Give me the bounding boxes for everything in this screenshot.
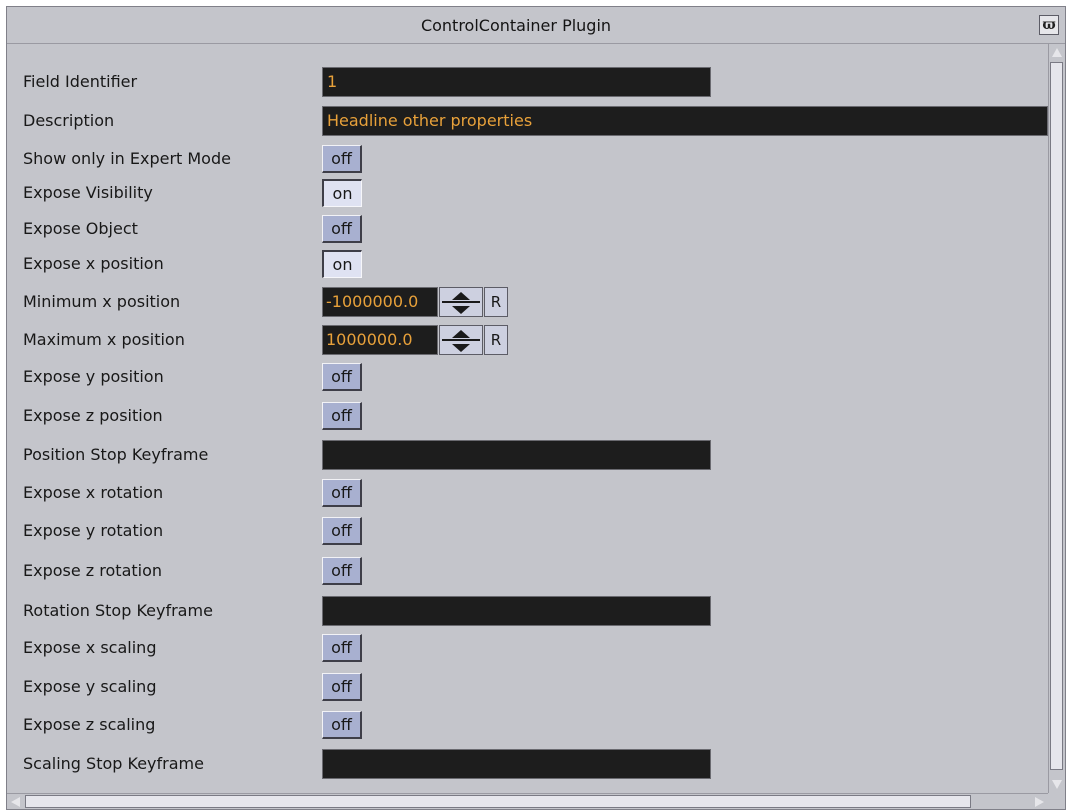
row-expose-y-rotation: Expose y rotation off <box>7 515 1048 547</box>
min-x-position-input[interactable]: -1000000.0 <box>322 287 438 317</box>
max-x-position-input[interactable]: 1000000.0 <box>322 325 438 355</box>
vertical-scrollbar[interactable] <box>1048 44 1065 793</box>
plugin-window: ControlContainer Plugin ϖ Field Identifi… <box>6 6 1066 810</box>
position-stop-keyframe-label: Position Stop Keyframe <box>23 445 209 464</box>
row-expose-y-scaling: Expose y scaling off <box>7 671 1048 703</box>
field-identifier-label: Field Identifier <box>23 72 138 91</box>
show-only-expert-toggle[interactable]: off <box>322 145 362 173</box>
row-expose-z-scaling: Expose z scaling off <box>7 709 1048 741</box>
row-max-x-position: Maximum x position 1000000.0 R <box>7 324 1048 356</box>
description-input[interactable]: Headline other properties <box>322 106 1048 136</box>
row-min-x-position: Minimum x position -1000000.0 R <box>7 286 1048 318</box>
expose-x-rotation-label: Expose x rotation <box>23 483 164 502</box>
row-expose-object: Expose Object off <box>7 213 1048 245</box>
row-show-only-expert: Show only in Expert Mode off <box>7 143 1048 175</box>
arrow-down-icon[interactable] <box>452 306 470 314</box>
expose-x-scaling-toggle[interactable]: off <box>322 634 362 662</box>
expose-z-scaling-toggle[interactable]: off <box>322 711 362 739</box>
expose-x-position-label: Expose x position <box>23 254 164 273</box>
expose-x-position-toggle[interactable]: on <box>322 250 362 278</box>
expose-visibility-label: Expose Visibility <box>23 183 153 202</box>
scroll-left-icon[interactable] <box>11 797 20 807</box>
window-title: ControlContainer Plugin <box>420 16 612 35</box>
min-x-position-reset-button[interactable]: R <box>484 287 508 317</box>
horizontal-scrollbar[interactable] <box>7 793 1048 809</box>
row-rotation-stop-keyframe: Rotation Stop Keyframe <box>7 595 1048 627</box>
expose-x-rotation-toggle[interactable]: off <box>322 479 362 507</box>
vertical-scroll-thumb[interactable] <box>1050 62 1063 770</box>
row-position-stop-keyframe: Position Stop Keyframe <box>7 439 1048 471</box>
show-only-expert-label: Show only in Expert Mode <box>23 149 231 168</box>
spinner-divider <box>442 301 480 303</box>
horizontal-scroll-thumb[interactable] <box>25 795 971 808</box>
rotation-stop-keyframe-input[interactable] <box>322 596 711 626</box>
expose-x-scaling-label: Expose x scaling <box>23 638 157 657</box>
expose-y-position-label: Expose y position <box>23 367 164 386</box>
row-expose-x-rotation: Expose x rotation off <box>7 477 1048 509</box>
expose-y-rotation-toggle[interactable]: off <box>322 517 362 545</box>
arrow-up-icon[interactable] <box>452 330 470 338</box>
row-expose-y-position: Expose y position off <box>7 361 1048 393</box>
min-x-position-spinner[interactable] <box>439 287 483 317</box>
row-expose-x-position: Expose x position on <box>7 248 1048 280</box>
rotation-stop-keyframe-label: Rotation Stop Keyframe <box>23 601 213 620</box>
scaling-stop-keyframe-label: Scaling Stop Keyframe <box>23 754 204 773</box>
max-x-position-label: Maximum x position <box>23 330 185 349</box>
expose-visibility-toggle[interactable]: on <box>322 179 362 207</box>
expose-object-toggle[interactable]: off <box>322 215 362 243</box>
expose-y-scaling-toggle[interactable]: off <box>322 673 362 701</box>
window-close-icon[interactable]: ϖ <box>1039 15 1059 35</box>
field-identifier-input[interactable]: 1 <box>322 67 711 97</box>
scrollbar-corner <box>1048 793 1065 809</box>
expose-z-position-label: Expose z position <box>23 406 163 425</box>
max-x-position-reset-button[interactable]: R <box>484 325 508 355</box>
row-description: Description Headline other properties <box>7 105 1048 137</box>
expose-z-scaling-label: Expose z scaling <box>23 715 156 734</box>
scroll-up-icon[interactable] <box>1052 48 1062 57</box>
arrow-down-icon[interactable] <box>452 344 470 352</box>
row-expose-z-position: Expose z position off <box>7 400 1048 432</box>
scroll-right-icon[interactable] <box>1035 797 1044 807</box>
row-expose-visibility: Expose Visibility on <box>7 177 1048 209</box>
arrow-up-icon[interactable] <box>452 292 470 300</box>
description-label: Description <box>23 111 115 130</box>
position-stop-keyframe-input[interactable] <box>322 440 711 470</box>
expose-z-position-toggle[interactable]: off <box>322 402 362 430</box>
properties-panel: Field Identifier 1 Description Headline … <box>7 44 1048 793</box>
expose-object-label: Expose Object <box>23 219 138 238</box>
row-field-identifier: Field Identifier 1 <box>7 66 1048 98</box>
min-x-position-label: Minimum x position <box>23 292 181 311</box>
expose-z-rotation-label: Expose z rotation <box>23 561 163 580</box>
expose-z-rotation-toggle[interactable]: off <box>322 557 362 585</box>
scaling-stop-keyframe-input[interactable] <box>322 749 711 779</box>
expose-y-rotation-label: Expose y rotation <box>23 521 164 540</box>
spinner-divider <box>442 339 480 341</box>
max-x-position-spinner[interactable] <box>439 325 483 355</box>
row-scaling-stop-keyframe: Scaling Stop Keyframe <box>7 748 1048 780</box>
title-bar[interactable]: ControlContainer Plugin ϖ <box>7 7 1065 44</box>
row-expose-x-scaling: Expose x scaling off <box>7 632 1048 664</box>
scroll-down-icon[interactable] <box>1052 780 1062 789</box>
row-expose-z-rotation: Expose z rotation off <box>7 555 1048 587</box>
expose-y-scaling-label: Expose y scaling <box>23 677 157 696</box>
expose-y-position-toggle[interactable]: off <box>322 363 362 391</box>
